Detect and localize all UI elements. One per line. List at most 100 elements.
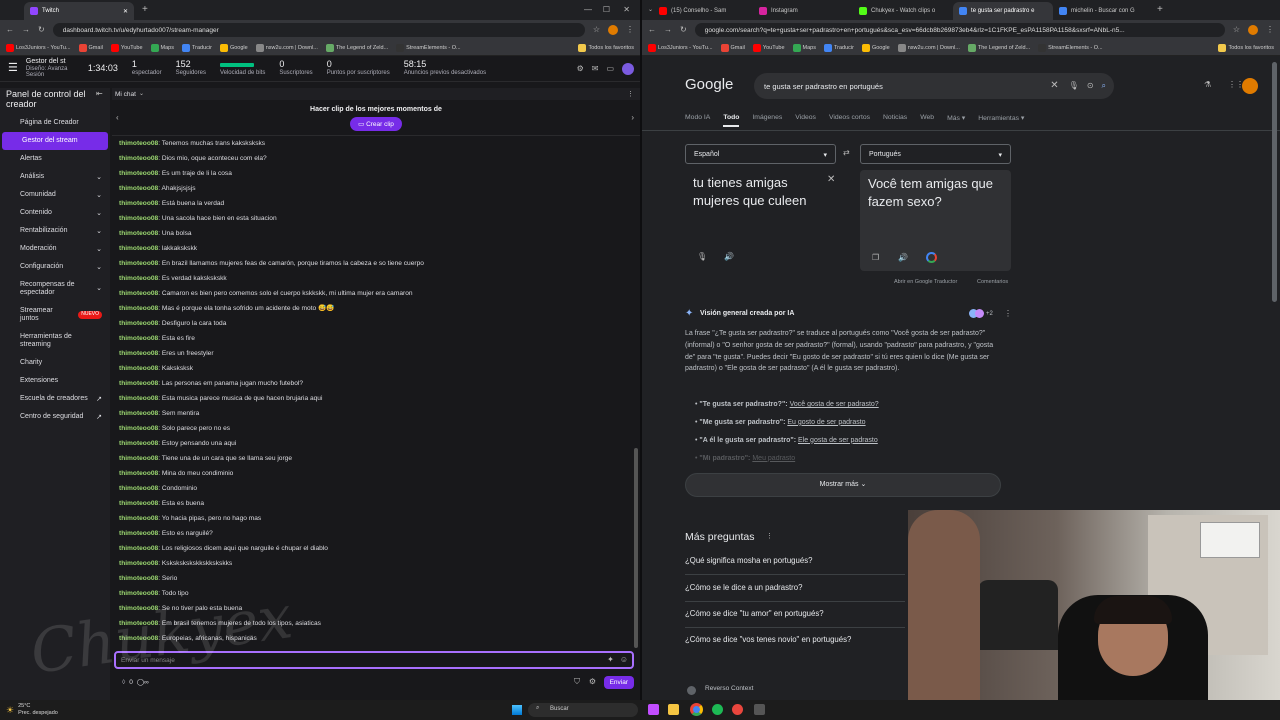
- menu-icon[interactable]: ⋮: [626, 26, 634, 34]
- ai-sources[interactable]: +2: [969, 309, 993, 318]
- close-window-icon[interactable]: ✕: [623, 6, 630, 14]
- bookmark[interactable]: nsw2u.com | Downl...: [897, 43, 960, 52]
- sidebar-item-community[interactable]: Comunidad ⌄: [0, 186, 110, 204]
- chat-username[interactable]: thimoteoo08: [119, 575, 158, 582]
- chat-username[interactable]: thimoteoo08: [119, 200, 158, 207]
- chat-username[interactable]: thimoteoo08: [119, 320, 158, 327]
- maximize-icon[interactable]: ☐: [603, 6, 610, 14]
- bookmark[interactable]: Gmail: [78, 43, 103, 52]
- info-icon[interactable]: ⋮: [766, 533, 773, 540]
- lens-icon[interactable]: ⊙: [1087, 82, 1094, 90]
- chat-username[interactable]: thimoteoo08: [119, 170, 158, 177]
- bullet-link[interactable]: Você gosta de ser padrasto?: [790, 401, 879, 408]
- question-item[interactable]: ¿Cómo se dice "tu amor" en portugués?: [685, 609, 824, 618]
- next-arrow-icon[interactable]: ›: [631, 114, 634, 122]
- chat-username[interactable]: thimoteoo08: [119, 185, 158, 192]
- sidebar-item-charity[interactable]: Charity: [0, 354, 110, 372]
- sidebar-item-settings[interactable]: Configuración ⌄: [0, 258, 110, 276]
- chat-username[interactable]: thimoteoo08: [119, 635, 158, 642]
- bookmark[interactable]: Google: [219, 43, 248, 52]
- star-icon[interactable]: ☆: [593, 26, 600, 34]
- forward-icon[interactable]: →: [22, 26, 30, 34]
- tab-youtube[interactable]: (15) Conselho - Sam: [653, 2, 753, 20]
- bookmark[interactable]: The Legend of Zeld...: [967, 43, 1030, 52]
- chat-username[interactable]: thimoteoo08: [119, 515, 158, 522]
- chat-username[interactable]: thimoteoo08: [119, 290, 158, 297]
- menu-icon[interactable]: ⋮: [1266, 26, 1274, 34]
- star-icon[interactable]: ☆: [1233, 26, 1240, 34]
- bullet-link[interactable]: Ele gosta de ser padrasto: [798, 437, 878, 444]
- gear-icon[interactable]: ⚙: [589, 678, 596, 686]
- chat-username[interactable]: thimoteoo08: [119, 620, 158, 627]
- bookmark[interactable]: Maps: [150, 43, 174, 52]
- more-options-icon[interactable]: ⋮: [1004, 310, 1012, 318]
- bookmark[interactable]: YouTube: [110, 43, 143, 52]
- url-input[interactable]: dashboard.twitch.tv/u/edyhurtado007/stre…: [52, 23, 585, 37]
- sidebar-item-stream-manager[interactable]: Gestor del stream: [2, 131, 108, 150]
- chat-username[interactable]: thimoteoo08: [119, 485, 158, 492]
- chat-username[interactable]: thimoteoo08: [119, 380, 158, 387]
- sidebar-item-creator-school[interactable]: Escuela de creadores ↗: [0, 390, 110, 408]
- tab-news[interactable]: Noticias: [883, 114, 907, 127]
- create-clip-button[interactable]: ▭ Crear clip: [350, 117, 402, 131]
- shield-icon[interactable]: ⛉: [574, 678, 580, 686]
- bookmark[interactable]: StreamElements - O...: [396, 43, 461, 52]
- chat-scrollbar[interactable]: [634, 448, 638, 648]
- bullet-link[interactable]: Eu gosto de ser padrasto: [787, 419, 865, 426]
- user-avatar[interactable]: [622, 62, 634, 75]
- chat-username[interactable]: thimoteoo08: [119, 530, 158, 537]
- chat-username[interactable]: thimoteoo08: [119, 215, 158, 222]
- profile-avatar[interactable]: [608, 25, 618, 35]
- all-bookmarks[interactable]: Todos los favoritos: [578, 43, 634, 52]
- bookmark[interactable]: Los3Juniors - YouTu...: [6, 43, 71, 52]
- bookmark[interactable]: nsw2u.com | Downl...: [255, 43, 318, 52]
- back-icon[interactable]: ←: [648, 26, 656, 34]
- tab-web[interactable]: Web: [920, 114, 934, 127]
- back-icon[interactable]: ←: [6, 26, 14, 34]
- chat-username[interactable]: thimoteoo08: [119, 425, 158, 432]
- sidebar-item-content[interactable]: Contenido ⌄: [0, 204, 110, 222]
- sidebar-item-stream-together[interactable]: Streamear juntos NUEVO: [0, 302, 110, 328]
- swap-languages-icon[interactable]: ⇄: [843, 149, 850, 157]
- tab-tools[interactable]: Herramientas ▾: [978, 114, 1024, 127]
- search-icon[interactable]: ⌕: [1102, 82, 1106, 90]
- tab-instagram[interactable]: Instagram: [753, 2, 853, 20]
- reload-icon[interactable]: ↻: [38, 26, 45, 34]
- bookmark[interactable]: YouTube: [752, 43, 785, 52]
- google-logo[interactable]: Google: [685, 76, 733, 93]
- emote-icon[interactable]: ☺: [620, 656, 628, 664]
- tab-twitch[interactable]: Twitch ✕: [24, 2, 134, 20]
- tab-google-search[interactable]: te gusta ser padrastro e: [953, 2, 1054, 20]
- url-input[interactable]: google.com/search?q=te+gusta+ser+padrast…: [694, 23, 1225, 37]
- tab-michelin[interactable]: michelin - Buscar con G: [1053, 2, 1153, 20]
- chevron-down-icon[interactable]: ⌄: [139, 91, 144, 97]
- bullet-link[interactable]: Meu padrasto: [752, 455, 795, 462]
- channel-points-icon[interactable]: ◊: [122, 679, 125, 686]
- all-bookmarks[interactable]: Todos los favoritos: [1218, 43, 1274, 52]
- app-icon[interactable]: [754, 704, 765, 715]
- collapse-sidebar-icon[interactable]: ⇤: [96, 90, 103, 98]
- question-item[interactable]: ¿Cómo se dice "vos tenes novio" en portu…: [685, 635, 851, 644]
- app-icon[interactable]: [668, 704, 679, 715]
- tab-more[interactable]: Más ▾: [947, 114, 965, 127]
- source-text[interactable]: tu tienes amigas mujeres que culeen: [693, 174, 823, 209]
- question-item[interactable]: ¿Cómo se le dice a un padrastro?: [685, 583, 802, 592]
- chat-username[interactable]: thimoteoo08: [119, 410, 158, 417]
- bookmark[interactable]: StreamElements - O...: [1038, 43, 1103, 52]
- chat-username[interactable]: thimoteoo08: [119, 545, 158, 552]
- labs-icon[interactable]: ⚗: [1204, 81, 1211, 89]
- bookmark[interactable]: Maps: [792, 43, 816, 52]
- chat-username[interactable]: thimoteoo08: [119, 230, 158, 237]
- chat-username[interactable]: thimoteoo08: [119, 155, 158, 162]
- mic-icon[interactable]: 🎙: [1069, 82, 1079, 90]
- new-tab-icon[interactable]: +: [1157, 5, 1163, 15]
- send-button[interactable]: Enviar: [603, 676, 634, 689]
- bookmark[interactable]: The Legend of Zeld...: [325, 43, 388, 52]
- tab-clips[interactable]: Chukyex - Watch clips o: [853, 2, 953, 20]
- question-item[interactable]: ¿Qué significa mosha en portugués?: [685, 556, 812, 565]
- sidebar-item-extensions[interactable]: Extensiones: [0, 372, 110, 390]
- sidebar-item-analytics[interactable]: Análisis ⌄: [0, 168, 110, 186]
- app-icon[interactable]: [732, 704, 743, 715]
- bookmark[interactable]: Google: [861, 43, 890, 52]
- chat-username[interactable]: thimoteoo08: [119, 560, 158, 567]
